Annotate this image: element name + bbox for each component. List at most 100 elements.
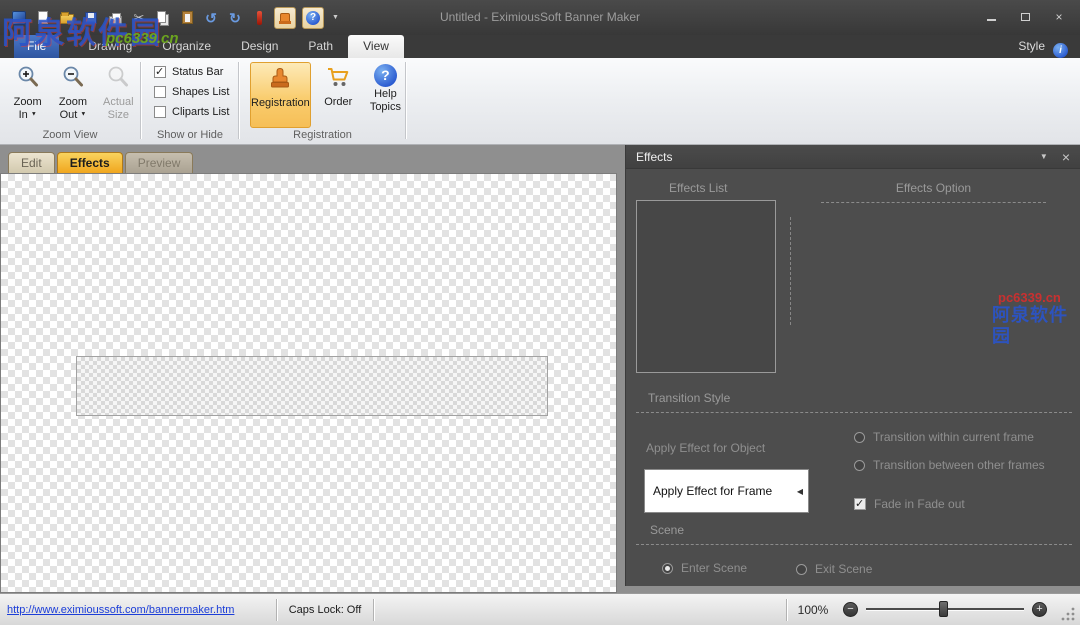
group-label-registration: Registration	[240, 129, 405, 141]
maximize-icon	[1021, 13, 1030, 21]
cliparts-list-checkbox[interactable]: Cliparts List	[154, 106, 238, 118]
tab-drawing[interactable]: Drawing	[73, 35, 147, 58]
tab-file[interactable]: File	[14, 35, 59, 58]
zoom-level: 100%	[787, 603, 839, 617]
actual-size-icon	[106, 64, 130, 95]
actual-size-button[interactable]: Actual Size	[99, 62, 138, 128]
zoom-out-button[interactable]: Zoom Out ▼	[53, 62, 92, 128]
dropdown-caret-icon: ▼	[80, 112, 86, 118]
undo-icon[interactable]: ↺	[202, 9, 220, 27]
doc-tab-effects[interactable]: Effects	[57, 152, 123, 173]
zoom-in-icon	[16, 64, 40, 95]
dropdown-arrow-icon: ◀	[797, 487, 803, 496]
apply-effect-object-label: Apply Effect for Object	[646, 441, 765, 455]
shopping-cart-icon	[325, 64, 351, 95]
canvas[interactable]	[0, 173, 617, 593]
caps-lock-indicator: Caps Lock: Off	[277, 604, 373, 616]
help-icon: ?	[306, 11, 320, 25]
dashed-separator	[790, 217, 791, 325]
qat-caret-icon[interactable]: ▼	[332, 14, 339, 21]
close-button[interactable]: ×	[1046, 8, 1072, 26]
group-show-or-hide: ✓ Status Bar Shapes List Cliparts List S…	[142, 58, 238, 144]
resize-grip[interactable]	[1059, 604, 1077, 622]
group-label-show-or-hide: Show or Hide	[142, 129, 238, 141]
doc-tab-edit[interactable]: Edit	[8, 152, 55, 173]
effects-panel: Effects ▼ × Effects List Effects Option …	[625, 145, 1080, 586]
stamp-icon	[267, 65, 293, 96]
help-icon: ?	[374, 64, 397, 87]
save-icon[interactable]	[82, 9, 100, 27]
help-topics-button[interactable]: ? Help Topics	[366, 62, 405, 128]
copy-icon[interactable]	[154, 9, 172, 27]
ribbon-tab-strip: File Drawing Organize Design Path View S…	[0, 35, 1080, 58]
zoom-slider-thumb[interactable]	[939, 601, 948, 617]
zoom-minus-button[interactable]: −	[843, 602, 858, 617]
radio-icon	[854, 460, 865, 471]
new-document-icon[interactable]	[34, 9, 52, 27]
status-bar: http://www.eximioussoft.com/bannermaker.…	[0, 593, 1080, 625]
redo-icon[interactable]: ↻	[226, 9, 244, 27]
radio-enter-scene[interactable]: Enter Scene	[662, 561, 747, 575]
radio-transition-within-frame[interactable]: Transition within current frame	[854, 430, 1034, 444]
fade-in-fade-out-checkbox[interactable]: ✓ Fade in Fade out	[854, 497, 965, 511]
zoom-plus-button[interactable]: +	[1032, 602, 1047, 617]
tab-organize[interactable]: Organize	[147, 35, 226, 58]
order-button[interactable]: Order	[319, 62, 358, 128]
info-icon[interactable]: i	[1053, 43, 1068, 58]
status-bar-checkbox[interactable]: ✓ Status Bar	[154, 66, 238, 78]
panel-close-icon[interactable]: ×	[1062, 150, 1070, 164]
open-folder-icon[interactable]	[58, 9, 76, 27]
zoom-out-icon	[61, 64, 85, 95]
print-icon[interactable]	[106, 9, 124, 27]
app-icon	[10, 9, 28, 27]
statusbar-separator	[373, 599, 374, 621]
group-registration: Registration Order ? Help Topics Registr…	[240, 58, 405, 144]
qat-registration-button[interactable]	[274, 7, 296, 29]
tab-path[interactable]: Path	[293, 35, 348, 58]
radio-exit-scene[interactable]: Exit Scene	[796, 562, 872, 576]
tab-design[interactable]: Design	[226, 35, 293, 58]
radio-transition-between-frames[interactable]: Transition between other frames	[854, 458, 1045, 472]
status-url: http://www.eximioussoft.com/bannermaker.…	[0, 604, 276, 616]
registration-button[interactable]: Registration	[250, 62, 311, 128]
effects-list-label: Effects List	[669, 181, 727, 195]
pin-icon[interactable]	[250, 9, 268, 27]
transition-style-label: Transition Style	[648, 391, 730, 405]
cut-icon[interactable]: ✂	[130, 9, 148, 27]
apply-effect-dropdown[interactable]: Apply Effect for Frame ◀	[644, 469, 809, 513]
effects-panel-title: Effects	[636, 150, 672, 164]
zoom-slider[interactable]	[866, 608, 1024, 611]
paste-icon[interactable]	[178, 9, 196, 27]
document-tab-strip: Edit Effects Preview	[0, 145, 625, 173]
stamp-icon	[280, 13, 290, 23]
tab-view[interactable]: View	[348, 35, 404, 58]
shapes-list-checkbox[interactable]: Shapes List	[154, 86, 238, 98]
qat-help-button[interactable]: ?	[302, 7, 324, 29]
minimize-button[interactable]	[978, 8, 1004, 26]
group-zoom-view: Zoom In ▼ Zoom Out ▼	[0, 58, 140, 144]
panel-menu-icon[interactable]: ▼	[1040, 152, 1048, 161]
effects-list[interactable]	[636, 200, 776, 373]
workspace: Edit Effects Preview Effects ▼ × Effects…	[0, 145, 1080, 593]
banner-region[interactable]	[76, 356, 548, 416]
group-label-zoom-view: Zoom View	[0, 129, 140, 141]
app-window: ✂ ↺ ↻ ? ▼ Untitled - EximiousSoft Banner…	[0, 0, 1080, 625]
checkbox-icon	[154, 106, 166, 118]
radio-icon	[796, 564, 807, 575]
effects-option-label: Effects Option	[821, 181, 1046, 203]
website-link[interactable]: http://www.eximioussoft.com/bannermaker.…	[7, 604, 234, 616]
radio-icon	[854, 432, 865, 443]
maximize-button[interactable]	[1012, 8, 1038, 26]
dropdown-caret-icon: ▼	[31, 112, 37, 118]
titlebar: ✂ ↺ ↻ ? ▼ Untitled - EximiousSoft Banner…	[0, 0, 1080, 35]
radio-selected-icon	[662, 563, 673, 574]
ribbon: Zoom In ▼ Zoom Out ▼	[0, 58, 1080, 145]
zoom-in-button[interactable]: Zoom In ▼	[8, 62, 47, 128]
doc-tab-preview[interactable]: Preview	[125, 152, 194, 173]
dashed-separator	[636, 412, 1072, 413]
minimize-icon	[987, 19, 996, 21]
style-label[interactable]: Style	[1018, 35, 1045, 58]
checkbox-icon	[154, 86, 166, 98]
effects-panel-header: Effects ▼ ×	[626, 145, 1080, 169]
checkbox-checked-icon: ✓	[854, 498, 866, 510]
